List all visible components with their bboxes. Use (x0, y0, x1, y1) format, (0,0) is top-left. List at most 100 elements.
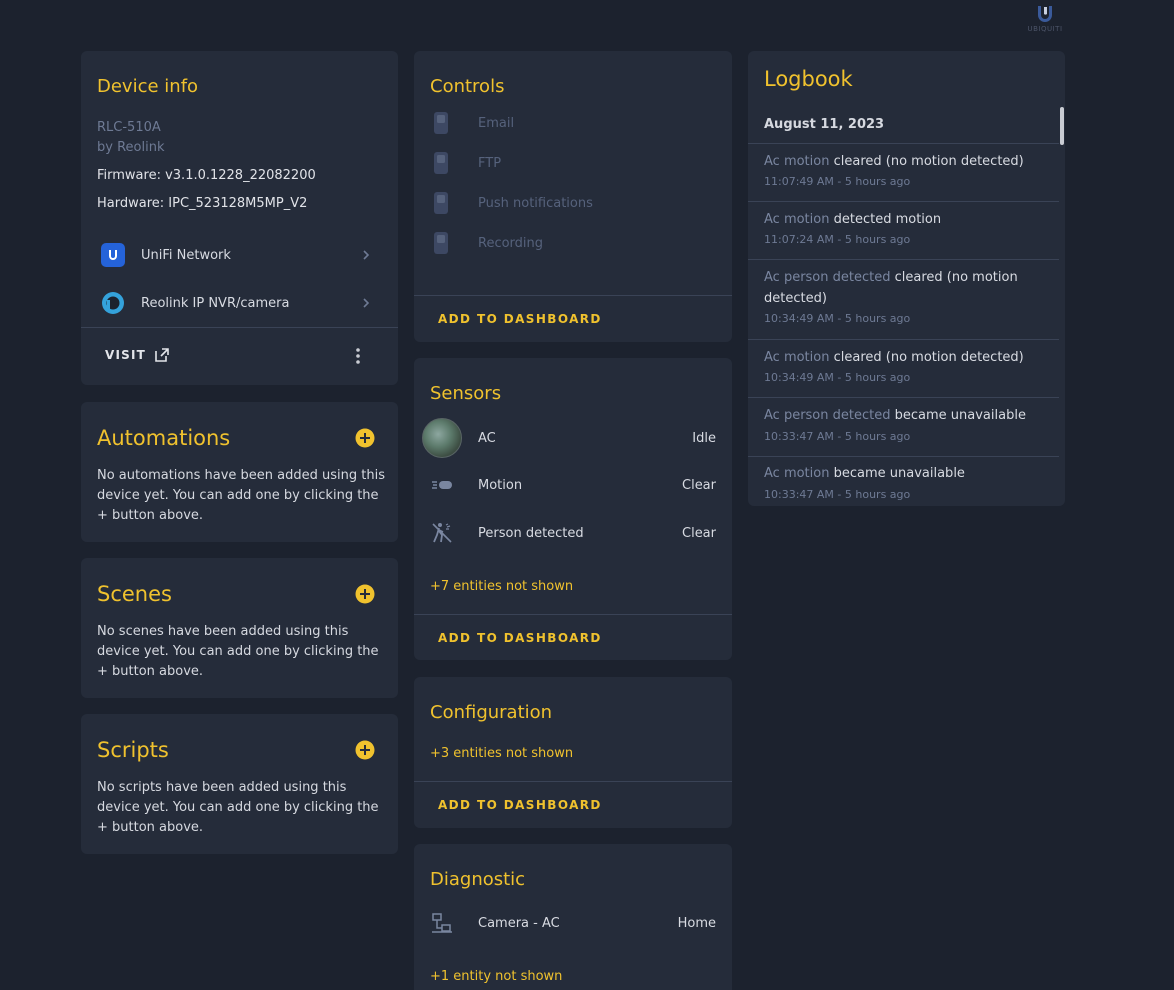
sensors-card: Sensors AC Idle Motion Clear Person dete… (414, 358, 732, 660)
ubiquiti-logo-text: UBIQUITI (1027, 25, 1063, 33)
configuration-title: Configuration (430, 702, 553, 723)
sensors-title: Sensors (430, 383, 502, 404)
open-in-new-icon (155, 348, 169, 362)
sensor-motion[interactable]: Motion Clear (414, 461, 732, 509)
logbook-entry[interactable]: Ac motion became unavailable 10:33:47 AM… (748, 456, 1059, 506)
ubiquiti-logo-icon (1038, 6, 1052, 22)
diagnostic-camera-ac[interactable]: Camera - AC Home (414, 899, 732, 947)
diagnostic-not-shown-link[interactable]: +1 entity not shown (430, 969, 562, 984)
diagnostic-card: Diagnostic Camera - AC Home +1 entity no… (414, 844, 732, 990)
control-recording[interactable]: Recording (414, 223, 732, 263)
logbook-time: 10:33:47 AM - 5 hours ago (764, 430, 911, 443)
scripts-card: Scripts No scripts have been added using… (81, 714, 398, 854)
sensor-label: Motion (478, 477, 523, 493)
sensor-value: Clear (682, 477, 716, 493)
controls-card: Controls Email FTP Push notifications Re… (414, 51, 732, 342)
logbook-entry-message: Ac person detected became unavailable (764, 405, 1046, 426)
person-off-icon (428, 519, 456, 547)
logbook-entity[interactable]: Ac motion (764, 212, 829, 227)
add-script-button[interactable] (355, 740, 375, 760)
diagnostic-label: Camera - AC (478, 915, 560, 931)
logbook-entity[interactable]: Ac motion (764, 350, 829, 365)
logbook-time: 10:33:47 AM - 5 hours ago (764, 488, 911, 501)
integration-label: Reolink IP NVR/camera (141, 295, 290, 311)
device-hardware: Hardware: IPC_523128M5MP_V2 (97, 196, 308, 211)
camera-thumbnail (422, 418, 462, 458)
logbook-card: Logbook August 11, 2023 Ac motion cleare… (748, 51, 1065, 506)
scenes-empty-text: No scenes have been added using this dev… (97, 624, 379, 679)
logbook-entry-message: Ac person detected cleared (no motion de… (764, 267, 1046, 309)
sensor-value: Clear (682, 525, 716, 541)
visit-label: VISIT (105, 348, 147, 362)
overflow-menu-icon[interactable] (354, 347, 362, 365)
visit-button[interactable]: VISIT (105, 347, 170, 363)
divider (414, 295, 732, 296)
toggle-switch-icon (434, 192, 448, 214)
logbook-entry-message: Ac motion became unavailable (764, 463, 1046, 484)
device-info-title: Device info (97, 76, 199, 97)
chevron-right-icon (363, 298, 370, 308)
logbook-entry-message: Ac motion detected motion (764, 209, 1046, 230)
controls-title: Controls (430, 76, 505, 97)
divider (81, 327, 398, 328)
motion-sensor-icon (428, 471, 456, 499)
integration-label: UniFi Network (141, 247, 231, 263)
sensors-not-shown-link[interactable]: +7 entities not shown (430, 579, 573, 594)
logbook-message: cleared (no motion detected) (833, 350, 1024, 365)
logbook-entry[interactable]: Ac motion cleared (no motion detected) 1… (748, 143, 1059, 201)
logbook-entity[interactable]: Ac person detected (764, 408, 890, 423)
control-ftp[interactable]: FTP (414, 143, 732, 183)
ubiquiti-logo: UBIQUITI (1022, 4, 1068, 38)
logbook-entry-message: Ac motion cleared (no motion detected) (764, 347, 1046, 368)
control-push-notifications[interactable]: Push notifications (414, 183, 732, 223)
network-devices-icon (428, 909, 456, 937)
sensor-label: AC (478, 430, 496, 446)
diagnostic-title: Diagnostic (430, 869, 526, 890)
control-label: FTP (478, 155, 502, 171)
control-label: Push notifications (478, 195, 593, 211)
logbook-scrollbar[interactable] (1060, 107, 1064, 145)
logbook-time: 10:34:49 AM - 5 hours ago (764, 312, 911, 325)
automations-title: Automations (97, 426, 231, 450)
add-scene-button[interactable] (355, 584, 375, 604)
logbook-entry[interactable]: Ac person detected became unavailable 10… (748, 397, 1059, 456)
device-manufacturer: by Reolink (97, 140, 165, 155)
toggle-switch-icon (434, 232, 448, 254)
device-firmware: Firmware: v3.1.0.1228_22082200 (97, 168, 316, 183)
toggle-switch-icon (434, 112, 448, 134)
sensor-ac[interactable]: AC Idle (414, 414, 732, 462)
logbook-message: detected motion (833, 212, 942, 227)
logbook-message: cleared (no motion detected) (833, 154, 1024, 169)
avatar (422, 418, 462, 458)
diagnostic-value: Home (677, 915, 716, 931)
chevron-right-icon (363, 250, 370, 260)
control-label: Email (478, 115, 515, 131)
logbook-entry[interactable]: Ac motion cleared (no motion detected) 1… (748, 339, 1059, 397)
logbook-entity[interactable]: Ac motion (764, 466, 829, 481)
logbook-entry[interactable]: Ac person detected cleared (no motion de… (748, 259, 1059, 339)
logbook-time: 11:07:49 AM - 5 hours ago (764, 175, 911, 188)
add-automation-button[interactable] (355, 428, 375, 448)
sensors-add-to-dashboard-button[interactable]: ADD TO DASHBOARD (438, 631, 602, 645)
control-email[interactable]: Email (414, 103, 732, 143)
scenes-title: Scenes (97, 582, 172, 606)
control-label: Recording (478, 235, 544, 251)
configuration-not-shown-link[interactable]: +3 entities not shown (430, 746, 573, 761)
sensor-person-detected[interactable]: Person detected Clear (414, 509, 732, 557)
integration-unifi-network[interactable]: UniFi Network (81, 231, 398, 279)
logbook-entry[interactable]: Ac motion detected motion 11:07:24 AM - … (748, 201, 1059, 259)
logbook-message: became unavailable (833, 466, 965, 481)
logbook-entity[interactable]: Ac motion (764, 154, 829, 169)
automations-empty-text: No automations have been added using thi… (97, 468, 385, 523)
logbook-time: 10:34:49 AM - 5 hours ago (764, 371, 911, 384)
logbook-date: August 11, 2023 (764, 117, 885, 132)
scripts-title: Scripts (97, 738, 169, 762)
logbook-message: became unavailable (894, 408, 1026, 423)
sensor-value: Idle (692, 430, 716, 446)
integration-reolink[interactable]: Reolink IP NVR/camera (81, 279, 398, 327)
sensor-label: Person detected (478, 525, 584, 541)
logbook-entity[interactable]: Ac person detected (764, 270, 890, 285)
configuration-add-to-dashboard-button[interactable]: ADD TO DASHBOARD (438, 798, 602, 812)
divider (414, 781, 732, 782)
controls-add-to-dashboard-button[interactable]: ADD TO DASHBOARD (438, 312, 602, 326)
